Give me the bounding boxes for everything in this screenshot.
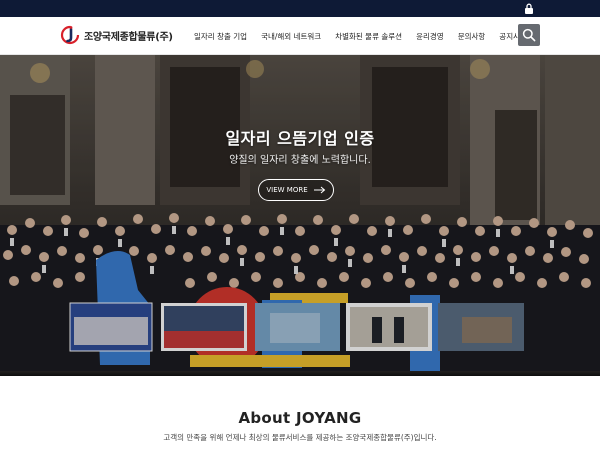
nav-item-ethics[interactable]: 윤리경영 bbox=[416, 31, 444, 42]
arrow-right-icon bbox=[313, 186, 325, 194]
search-button[interactable] bbox=[518, 24, 540, 46]
company-logo[interactable]: 조양국제종합물류(주) bbox=[60, 25, 173, 45]
search-icon bbox=[522, 28, 536, 42]
lock-icon[interactable] bbox=[524, 3, 534, 14]
about-section: About JOYANG 고객의 만족을 위해 언제나 최상의 물류서비스를 제… bbox=[0, 376, 600, 450]
logo-mark-icon bbox=[60, 25, 80, 45]
top-utility-bar bbox=[0, 0, 600, 17]
hero-title: 일자리 으뜸기업 인증 bbox=[225, 129, 375, 148]
view-more-button[interactable]: VIEW MORE bbox=[258, 179, 334, 201]
site-header: 조양국제종합물류(주) 일자리 창출 기업 국내/해외 네트워크 차별화된 물류… bbox=[0, 17, 600, 55]
nav-item-network[interactable]: 국내/해외 네트워크 bbox=[261, 31, 321, 42]
hero-subtitle: 양질의 일자리 창출에 노력합니다. bbox=[229, 155, 371, 166]
nav-item-inquiry[interactable]: 문의사항 bbox=[458, 31, 486, 42]
hero-banner: 일자리 으뜸기업 인증 양질의 일자리 창출에 노력합니다. VIEW MORE bbox=[0, 55, 600, 376]
about-title: About JOYANG bbox=[238, 409, 362, 427]
nav-item-job-creation[interactable]: 일자리 창출 기업 bbox=[194, 31, 247, 42]
hero-overlay bbox=[0, 55, 600, 376]
view-more-label: VIEW MORE bbox=[266, 186, 308, 194]
logo-text: 조양국제종합물류(주) bbox=[84, 31, 173, 43]
nav-item-logistics-solution[interactable]: 차별화된 물류 솔루션 bbox=[335, 31, 402, 42]
about-description: 고객의 만족을 위해 언제나 최상의 물류서비스를 제공하는 조양국제종합물류(… bbox=[163, 433, 437, 442]
main-nav: 일자리 창출 기업 국내/해외 네트워크 차별화된 물류 솔루션 윤리경영 문의… bbox=[194, 17, 541, 55]
